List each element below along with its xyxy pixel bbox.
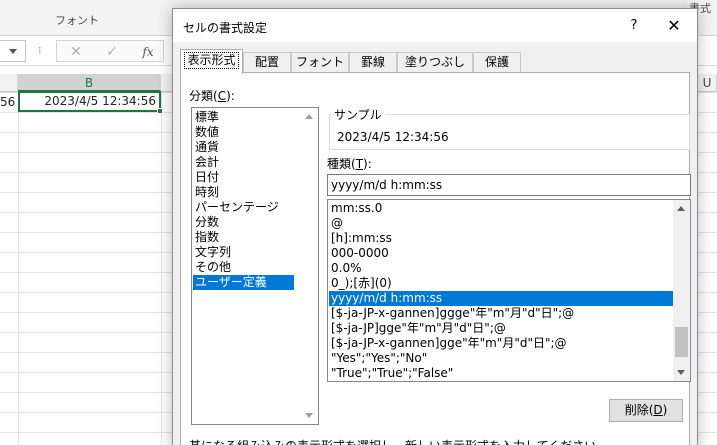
tab-protection[interactable]: 保護 [473,52,521,73]
category-item[interactable]: その他 [193,260,294,275]
column-header-b[interactable]: B [18,74,161,92]
category-item[interactable]: 分数 [193,215,294,230]
cancel-entry-icon[interactable]: ✕ [61,42,91,62]
category-item[interactable]: 文字列 [193,245,294,260]
category-label-accesskey: C [217,89,227,103]
chevron-down-icon [9,49,17,54]
fill-handle[interactable] [157,108,163,114]
tab-number[interactable]: 表示形式 [180,49,243,74]
scroll-down-icon[interactable] [677,370,685,375]
delete-button[interactable]: 削除(D) [609,399,683,422]
tab-border[interactable]: 罫線 [349,52,397,73]
name-box-dropdown[interactable] [0,40,26,62]
insert-function-icon[interactable]: fx [133,42,163,62]
type-input[interactable]: yyyy/m/d h:mm:ss [327,174,691,196]
category-item[interactable]: 通貨 [193,140,294,155]
format-item[interactable]: [$-ja-JP-x-gannen]ggge"年"m"月"d"日";@ [329,306,673,321]
formula-bar-buttons: ✕ ✓ fx [56,40,164,62]
format-item[interactable]: 0_);[赤](0) [329,276,673,291]
description-text: 基になる組み込みの表示形式を選択し、新しい表示形式を入力してください。 [189,437,608,445]
help-button[interactable]: ? [626,18,642,34]
category-item[interactable]: 標準 [193,110,294,125]
scrollbar-thumb[interactable] [675,327,688,357]
number-tab-panel: 分類(C): 標準 数値 通貨 会計 日付 時刻 パーセンテージ 分数 指数 文… [180,72,691,445]
category-label: 分類(C): [189,87,235,104]
format-item[interactable]: @ [329,216,673,231]
category-scrollbar[interactable] [301,108,318,424]
format-list[interactable]: mm:ss.0 @ [h]:mm:ss 000-0000 0.0% 0_);[赤… [327,199,691,382]
type-label-accesskey: T [355,157,364,171]
category-label-suffix: ): [226,89,235,103]
format-item[interactable]: "True";"True";"False" [329,366,673,381]
column-header-u[interactable]: U [698,74,717,92]
delete-button-label: 削除( [624,403,654,417]
sample-value: 2023/4/5 12:34:56 [337,130,449,144]
format-item[interactable]: [$-ja-JP-x-gannen]gge"年"m"月"d"日";@ [329,336,673,351]
dialog-title: セルの書式設定 [183,21,268,35]
scroll-up-icon[interactable] [677,206,685,211]
delete-button-accesskey: D [653,403,663,417]
ribbon-group-font-label: フォント [55,14,99,27]
category-item[interactable]: 時刻 [193,185,294,200]
category-item[interactable]: 数値 [193,125,294,140]
dialog-titlebar[interactable]: セルの書式設定 ? ✕ [173,9,697,42]
format-item[interactable]: [$-ja-JP]gge"年"m"月"d"日";@ [329,321,673,336]
category-list[interactable]: 標準 数値 通貨 会計 日付 時刻 パーセンテージ 分数 指数 文字列 その他 … [191,107,319,425]
format-cells-dialog: セルの書式設定 ? ✕ 表示形式 配置 フォント 罫線 塗りつぶし 保護 分類(… [172,8,698,445]
close-button[interactable]: ✕ [663,15,685,37]
cell-value: 2023/4/5 12:34:56 [44,94,156,108]
type-label: 種類(T): [327,155,372,172]
enter-entry-icon[interactable]: ✓ [97,42,127,62]
category-item[interactable]: パーセンテージ [193,200,294,215]
sample-label: サンプル [331,106,385,123]
format-item[interactable]: "Yes";"Yes";"No" [329,351,673,366]
category-item[interactable]: 指数 [193,230,294,245]
gridline [161,92,162,445]
tab-alignment[interactable]: 配置 [243,52,291,73]
type-label-text: 種類( [327,157,356,171]
tab-font[interactable]: フォント [291,52,349,73]
column-header-a[interactable] [0,74,18,92]
formula-bar-grip-icon: ⁝ [38,44,42,57]
tab-fill[interactable]: 塗りつぶし [397,52,473,73]
format-item[interactable]: mm:ss.0 [329,201,673,216]
format-item[interactable]: 0.0% [329,261,673,276]
cell-a1[interactable]: 56 [0,92,18,112]
scroll-down-icon[interactable] [305,413,313,418]
type-label-suffix: ): [363,157,372,171]
category-item[interactable]: 日付 [193,170,294,185]
scroll-up-icon[interactable] [305,114,313,119]
category-item-selected[interactable]: ユーザー定義 [193,275,294,290]
format-item-selected[interactable]: yyyy/m/d h:mm:ss [329,291,673,306]
gridline [18,92,19,445]
format-item[interactable]: [h]:mm:ss [329,231,673,246]
category-label-text: 分類( [189,89,218,103]
format-item[interactable]: 000-0000 [329,246,673,261]
category-item[interactable]: 会計 [193,155,294,170]
active-cell-b1[interactable]: 2023/4/5 12:34:56 [18,91,163,114]
tab-number-label: 表示形式 [184,52,239,69]
format-list-scrollbar[interactable] [673,200,690,381]
delete-button-suffix: ) [662,403,668,417]
